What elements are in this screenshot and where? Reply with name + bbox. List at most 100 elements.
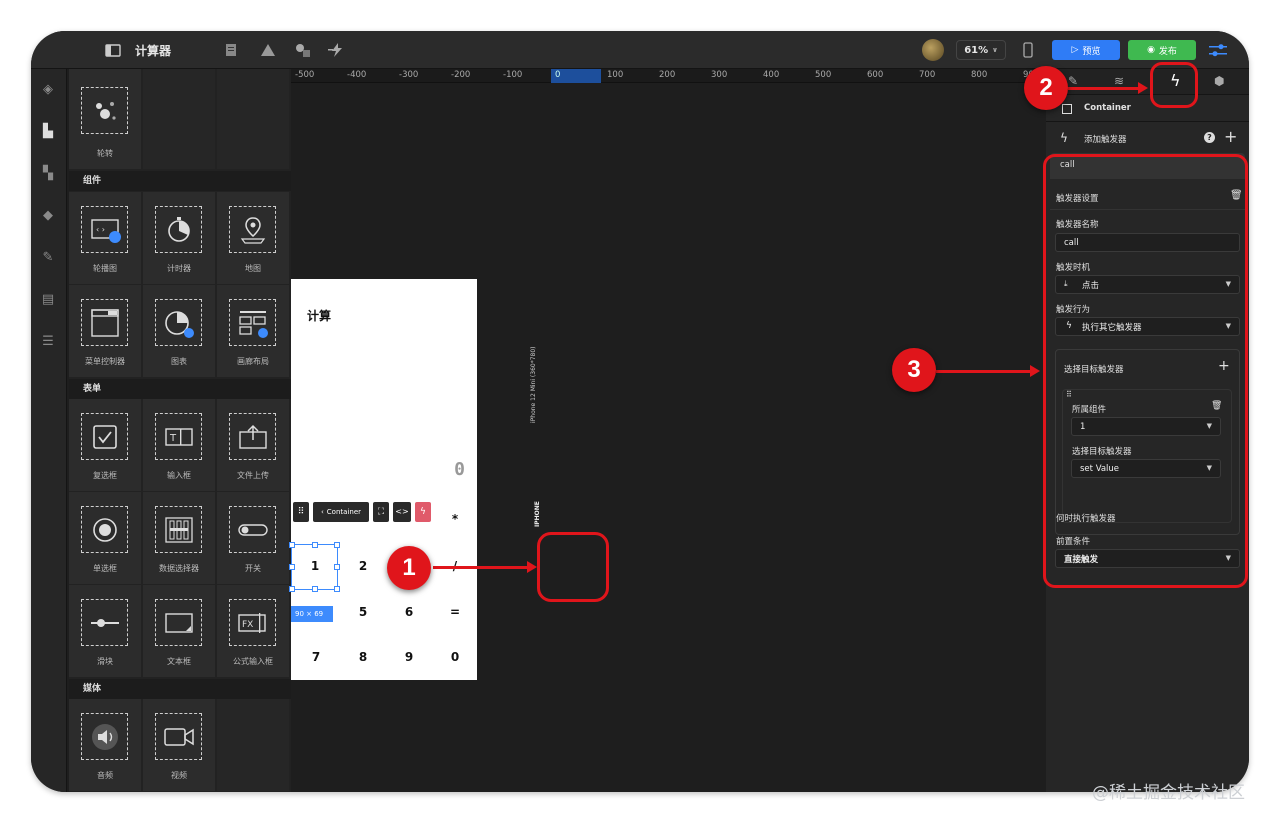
layout-icon[interactable]: ▚	[40, 167, 56, 181]
key[interactable]: 6	[389, 605, 429, 625]
chevron-left-icon: ‹	[320, 508, 324, 516]
library-item[interactable]: 复选框	[69, 399, 141, 491]
top-bar: 计算器 61% ∨ ▷ 预览 ◉ 发布	[31, 31, 1249, 69]
key[interactable]: 8	[343, 650, 383, 670]
library-item-label: 轮转	[97, 149, 113, 158]
library-item[interactable]: 数据选择器	[143, 492, 215, 584]
container-icon	[1062, 104, 1072, 114]
ruler-tick: 600	[867, 70, 884, 80]
preview-button[interactable]: ▷ 预览	[1052, 31, 1120, 69]
library-item[interactable]: 菜单控制器	[69, 285, 141, 377]
preview-label: 预览	[1082, 46, 1101, 57]
library-item[interactable]: 文件上传	[217, 399, 289, 491]
size-badge: 90 × 69	[291, 606, 333, 622]
section-title: 组件	[69, 171, 291, 191]
drag-handle-icon[interactable]: ⠿	[293, 502, 309, 522]
toggle-switch-icon	[229, 506, 276, 553]
layers-tab-icon[interactable]: ≋	[1114, 74, 1124, 88]
key[interactable]: 2	[343, 559, 383, 579]
chevron-down-icon: ∨	[992, 46, 998, 54]
key[interactable]: 0	[435, 650, 475, 670]
page-title: 计算	[307, 309, 332, 323]
formula-input-icon: FX	[229, 599, 276, 646]
help-icon[interactable]: ?	[1204, 132, 1215, 143]
library-item[interactable]: 文本框	[143, 585, 215, 677]
parent-container-button[interactable]: ‹ Container	[313, 502, 369, 522]
library-item[interactable]: 地图	[217, 192, 289, 284]
library-item[interactable]: 计时器	[143, 192, 215, 284]
library-item-label: 音频	[97, 771, 113, 780]
annotation-arrow	[936, 365, 1040, 377]
library-item-label: 图表	[171, 357, 187, 366]
library-item[interactable]: 图表	[143, 285, 215, 377]
pen-tab-icon[interactable]: ✎	[1068, 74, 1078, 88]
add-trigger-label: 添加触发器	[1084, 135, 1127, 145]
menu-controller-icon	[81, 299, 128, 346]
video-icon	[155, 713, 202, 760]
key[interactable]: /	[435, 559, 475, 579]
zoom-select[interactable]: 61% ∨	[956, 31, 1006, 69]
carousel-icon: ‹ ›	[81, 206, 128, 253]
library-item-label: 输入框	[167, 471, 191, 480]
pin-icon[interactable]: ✎	[40, 251, 56, 265]
library-item[interactable]: 滑块	[69, 585, 141, 677]
library-item[interactable]: ‹ › 轮播图	[69, 192, 141, 284]
library-item-label: 菜单控制器	[85, 357, 125, 366]
library-item[interactable]: FX 公式输入框	[217, 585, 289, 677]
settings-sliders-icon[interactable]	[1209, 31, 1227, 69]
key[interactable]: *	[435, 512, 475, 532]
app-title: 计算器	[135, 43, 172, 58]
library-item-label: 画廊布局	[237, 357, 269, 366]
layers-icon[interactable]: ◆	[40, 209, 56, 223]
highlight-trigger-tab	[1150, 62, 1198, 108]
pages-icon[interactable]: ▤	[40, 293, 56, 307]
library-item-label: 数据选择器	[159, 564, 199, 573]
key[interactable]: 5	[343, 605, 383, 625]
code-icon[interactable]: <>	[393, 502, 411, 522]
avatar[interactable]	[922, 31, 944, 69]
selection-box[interactable]	[289, 542, 340, 592]
components-icon[interactable]: ▙	[40, 125, 56, 139]
ruler-tick: 0	[555, 70, 561, 80]
shapes-icon[interactable]	[295, 31, 311, 69]
drive-icon[interactable]	[261, 31, 275, 69]
add-trigger-button[interactable]: +	[1224, 127, 1237, 146]
phone-artboard[interactable]: 计算 0 * 1 2 3 / 5 6 = 7 8 9 0 90 × 69 ⠿ ‹…	[289, 279, 477, 680]
annotation-badge: 1	[387, 546, 431, 590]
annotation-arrow	[433, 561, 537, 573]
ruler-tick: 400	[763, 70, 780, 80]
expand-icon[interactable]: ⛶	[373, 502, 389, 522]
component-library: 轮转 组件 ‹ › 轮播图 计时器 地图 菜单控制器 图表 画廊布局 表单 复选框…	[69, 69, 291, 792]
key[interactable]: =	[435, 605, 475, 625]
library-empty-cell	[217, 699, 289, 791]
upload-icon	[229, 413, 276, 460]
box-tab-icon[interactable]: ⬢	[1214, 74, 1224, 88]
library-item[interactable]: 音频	[69, 699, 141, 791]
library-item[interactable]: 开关	[217, 492, 289, 584]
library-empty-cell	[143, 69, 215, 169]
document-icon[interactable]	[225, 31, 237, 69]
lightning-icon: ϟ	[1060, 131, 1068, 145]
trigger-icon[interactable]: ϟ	[415, 502, 431, 522]
library-item-label: 开关	[245, 564, 261, 573]
ruler-tick: 500	[815, 70, 832, 80]
library-item-label: 计时器	[167, 264, 191, 273]
sidebar-toggle-icon[interactable]	[105, 31, 121, 69]
cube-icon[interactable]: ◈	[40, 83, 56, 97]
key[interactable]: 9	[389, 650, 429, 670]
phone-preview-icon[interactable]	[1023, 31, 1033, 69]
ruler-tick: -500	[295, 70, 315, 80]
library-item[interactable]: T 输入框	[143, 399, 215, 491]
library-item[interactable]: 画廊布局	[217, 285, 289, 377]
lightning-plus-icon[interactable]	[328, 31, 346, 69]
library-item[interactable]: 单选框	[69, 492, 141, 584]
library-item-label: 滑块	[97, 657, 113, 666]
eye-icon: ◉	[1147, 45, 1155, 55]
side-label: IPHONE	[534, 501, 541, 527]
table-icon[interactable]: ☰	[40, 335, 56, 349]
key[interactable]: 7	[296, 650, 336, 670]
svg-text:FX: FX	[242, 620, 253, 630]
library-item[interactable]: 轮转	[69, 69, 141, 169]
ruler-tick: -400	[347, 70, 367, 80]
library-item[interactable]: 视频	[143, 699, 215, 791]
